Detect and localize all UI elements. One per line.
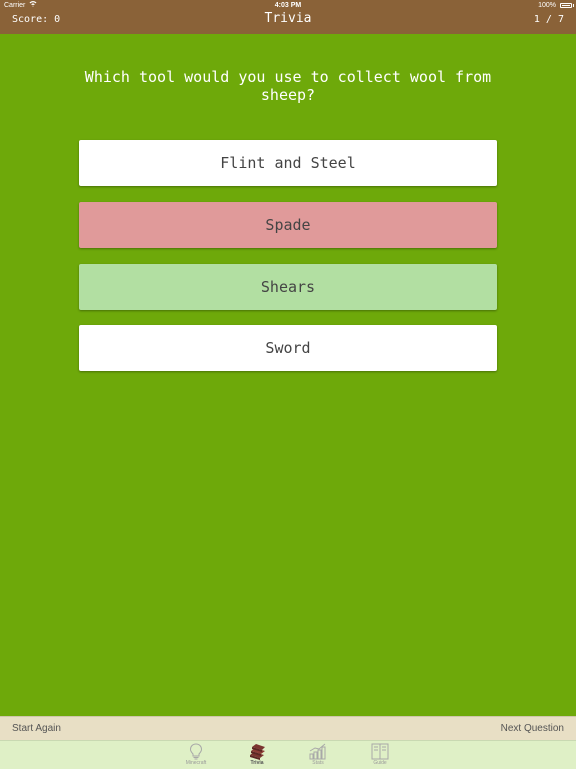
action-bar: Start Again Next Question [0,716,576,741]
battery-percentage: 100% [538,2,556,9]
tab-label: Minecraft [185,760,207,766]
tab-label: Trivia [250,760,264,766]
battery-nub [573,4,574,7]
tab-bar: Minecraft Trivia Stats Guide [0,740,576,769]
top-bar: Carrier 4:03 PM 100% Score: 0 Trivia 1 /… [0,0,576,34]
lightbulb-icon [176,743,216,760]
answer-label: Sword [265,339,311,357]
open-book-icon [360,743,400,760]
battery-icon [560,3,572,8]
answer-button-sword[interactable]: Sword [79,325,497,371]
answer-label: Flint and Steel [220,154,356,172]
next-question-button[interactable]: Next Question [501,717,564,741]
tab-trivia[interactable]: Trivia [237,741,277,769]
tab-guide[interactable]: Guide [360,741,400,769]
answer-label: Shears [260,278,316,296]
nav-bar: Score: 0 Trivia 1 / 7 [0,12,576,34]
answer-button-spade[interactable]: Spade [79,202,497,248]
tab-stats[interactable]: Stats [298,741,338,769]
answer-button-shears[interactable]: Shears [79,264,497,310]
page-title: Trivia [264,11,312,26]
tab-label: Stats [312,760,324,766]
bar-chart-icon [298,743,338,760]
tab-label: Guide [373,760,387,766]
tab-minecraft[interactable]: Minecraft [176,741,216,769]
answer-button-flint-and-steel[interactable]: Flint and Steel [79,140,497,186]
question-progress: 1 / 7 [533,14,564,25]
books-icon [237,743,277,760]
answer-label: Spade [265,216,311,234]
start-again-button[interactable]: Start Again [12,717,61,741]
question-text: Which tool would you use to collect wool… [84,68,492,104]
